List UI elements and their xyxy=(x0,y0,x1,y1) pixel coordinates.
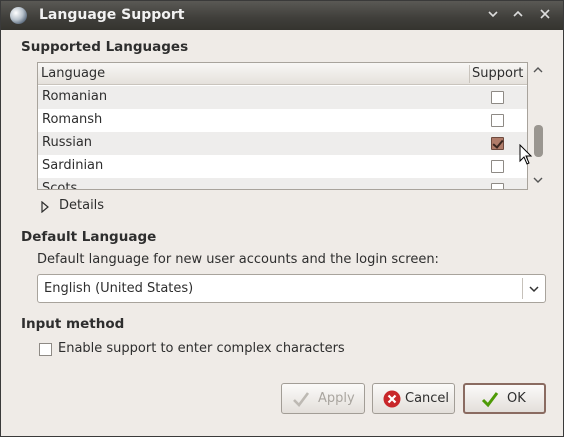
scrollbar-thumb[interactable] xyxy=(534,125,543,157)
cancel-label: Cancel xyxy=(405,391,450,406)
minimize-button[interactable] xyxy=(483,5,503,25)
language-name: Sardinian xyxy=(42,158,104,173)
ok-label: OK xyxy=(507,391,526,406)
selected-language: English (United States) xyxy=(44,281,194,296)
cancel-icon xyxy=(383,390,401,408)
mouse-pointer-icon xyxy=(519,144,533,165)
language-name: Russian xyxy=(42,135,93,150)
column-header-language[interactable]: Language xyxy=(41,66,105,81)
chevron-down-icon[interactable] xyxy=(528,283,540,295)
list-item[interactable]: Scots xyxy=(38,178,527,190)
app-globe-icon xyxy=(10,7,27,24)
apply-button[interactable]: Apply xyxy=(281,383,365,414)
support-checkbox[interactable] xyxy=(491,114,504,127)
apply-label: Apply xyxy=(318,391,355,406)
column-header-support[interactable]: Support xyxy=(472,66,523,81)
list-item[interactable]: Romanian xyxy=(38,86,527,109)
default-language-description: Default language for new user accounts a… xyxy=(37,252,439,267)
list-item[interactable]: Romansh xyxy=(38,109,527,132)
close-icon xyxy=(540,9,550,19)
close-button[interactable] xyxy=(535,5,555,25)
support-checkbox[interactable] xyxy=(491,91,504,104)
ok-button[interactable]: OK xyxy=(463,383,546,414)
default-language-heading: Default Language xyxy=(21,229,157,245)
support-checkbox[interactable] xyxy=(491,160,504,173)
language-support-window: Language Support Supported Languages Lan… xyxy=(0,0,564,437)
complex-characters-checkbox[interactable] xyxy=(39,343,52,356)
expander-arrow-icon xyxy=(41,201,49,213)
checkmark-icon xyxy=(293,392,310,407)
window-title: Language Support xyxy=(39,7,185,23)
complex-characters-label: Enable support to enter complex characte… xyxy=(58,341,345,356)
supported-languages-heading: Supported Languages xyxy=(21,39,189,55)
language-name: Romanian xyxy=(42,89,108,104)
support-checkbox[interactable] xyxy=(491,137,504,150)
details-label: Details xyxy=(59,198,105,213)
scroll-down-icon[interactable] xyxy=(533,175,543,185)
support-checkbox[interactable] xyxy=(491,183,504,189)
checkmark-icon xyxy=(481,392,499,408)
list-header: Language Support xyxy=(38,63,527,85)
languages-list[interactable]: Language Support Romanian Romansh Russia… xyxy=(37,62,528,190)
column-separator xyxy=(469,65,470,83)
language-name: Romansh xyxy=(42,112,103,127)
title-bar[interactable]: Language Support xyxy=(1,1,563,30)
chevron-up-icon xyxy=(513,10,523,17)
default-language-select[interactable]: English (United States) xyxy=(37,274,546,303)
cancel-button[interactable]: Cancel xyxy=(372,383,455,414)
chevron-down-icon xyxy=(488,11,498,18)
scroll-up-icon[interactable] xyxy=(533,65,543,75)
list-scrollbar[interactable] xyxy=(531,62,545,190)
maximize-button[interactable] xyxy=(508,5,528,25)
input-method-heading: Input method xyxy=(21,316,125,332)
combo-divider xyxy=(522,278,523,299)
list-item[interactable]: Russian xyxy=(38,132,527,155)
language-name: Scots xyxy=(42,181,78,190)
list-item[interactable]: Sardinian xyxy=(38,155,527,178)
